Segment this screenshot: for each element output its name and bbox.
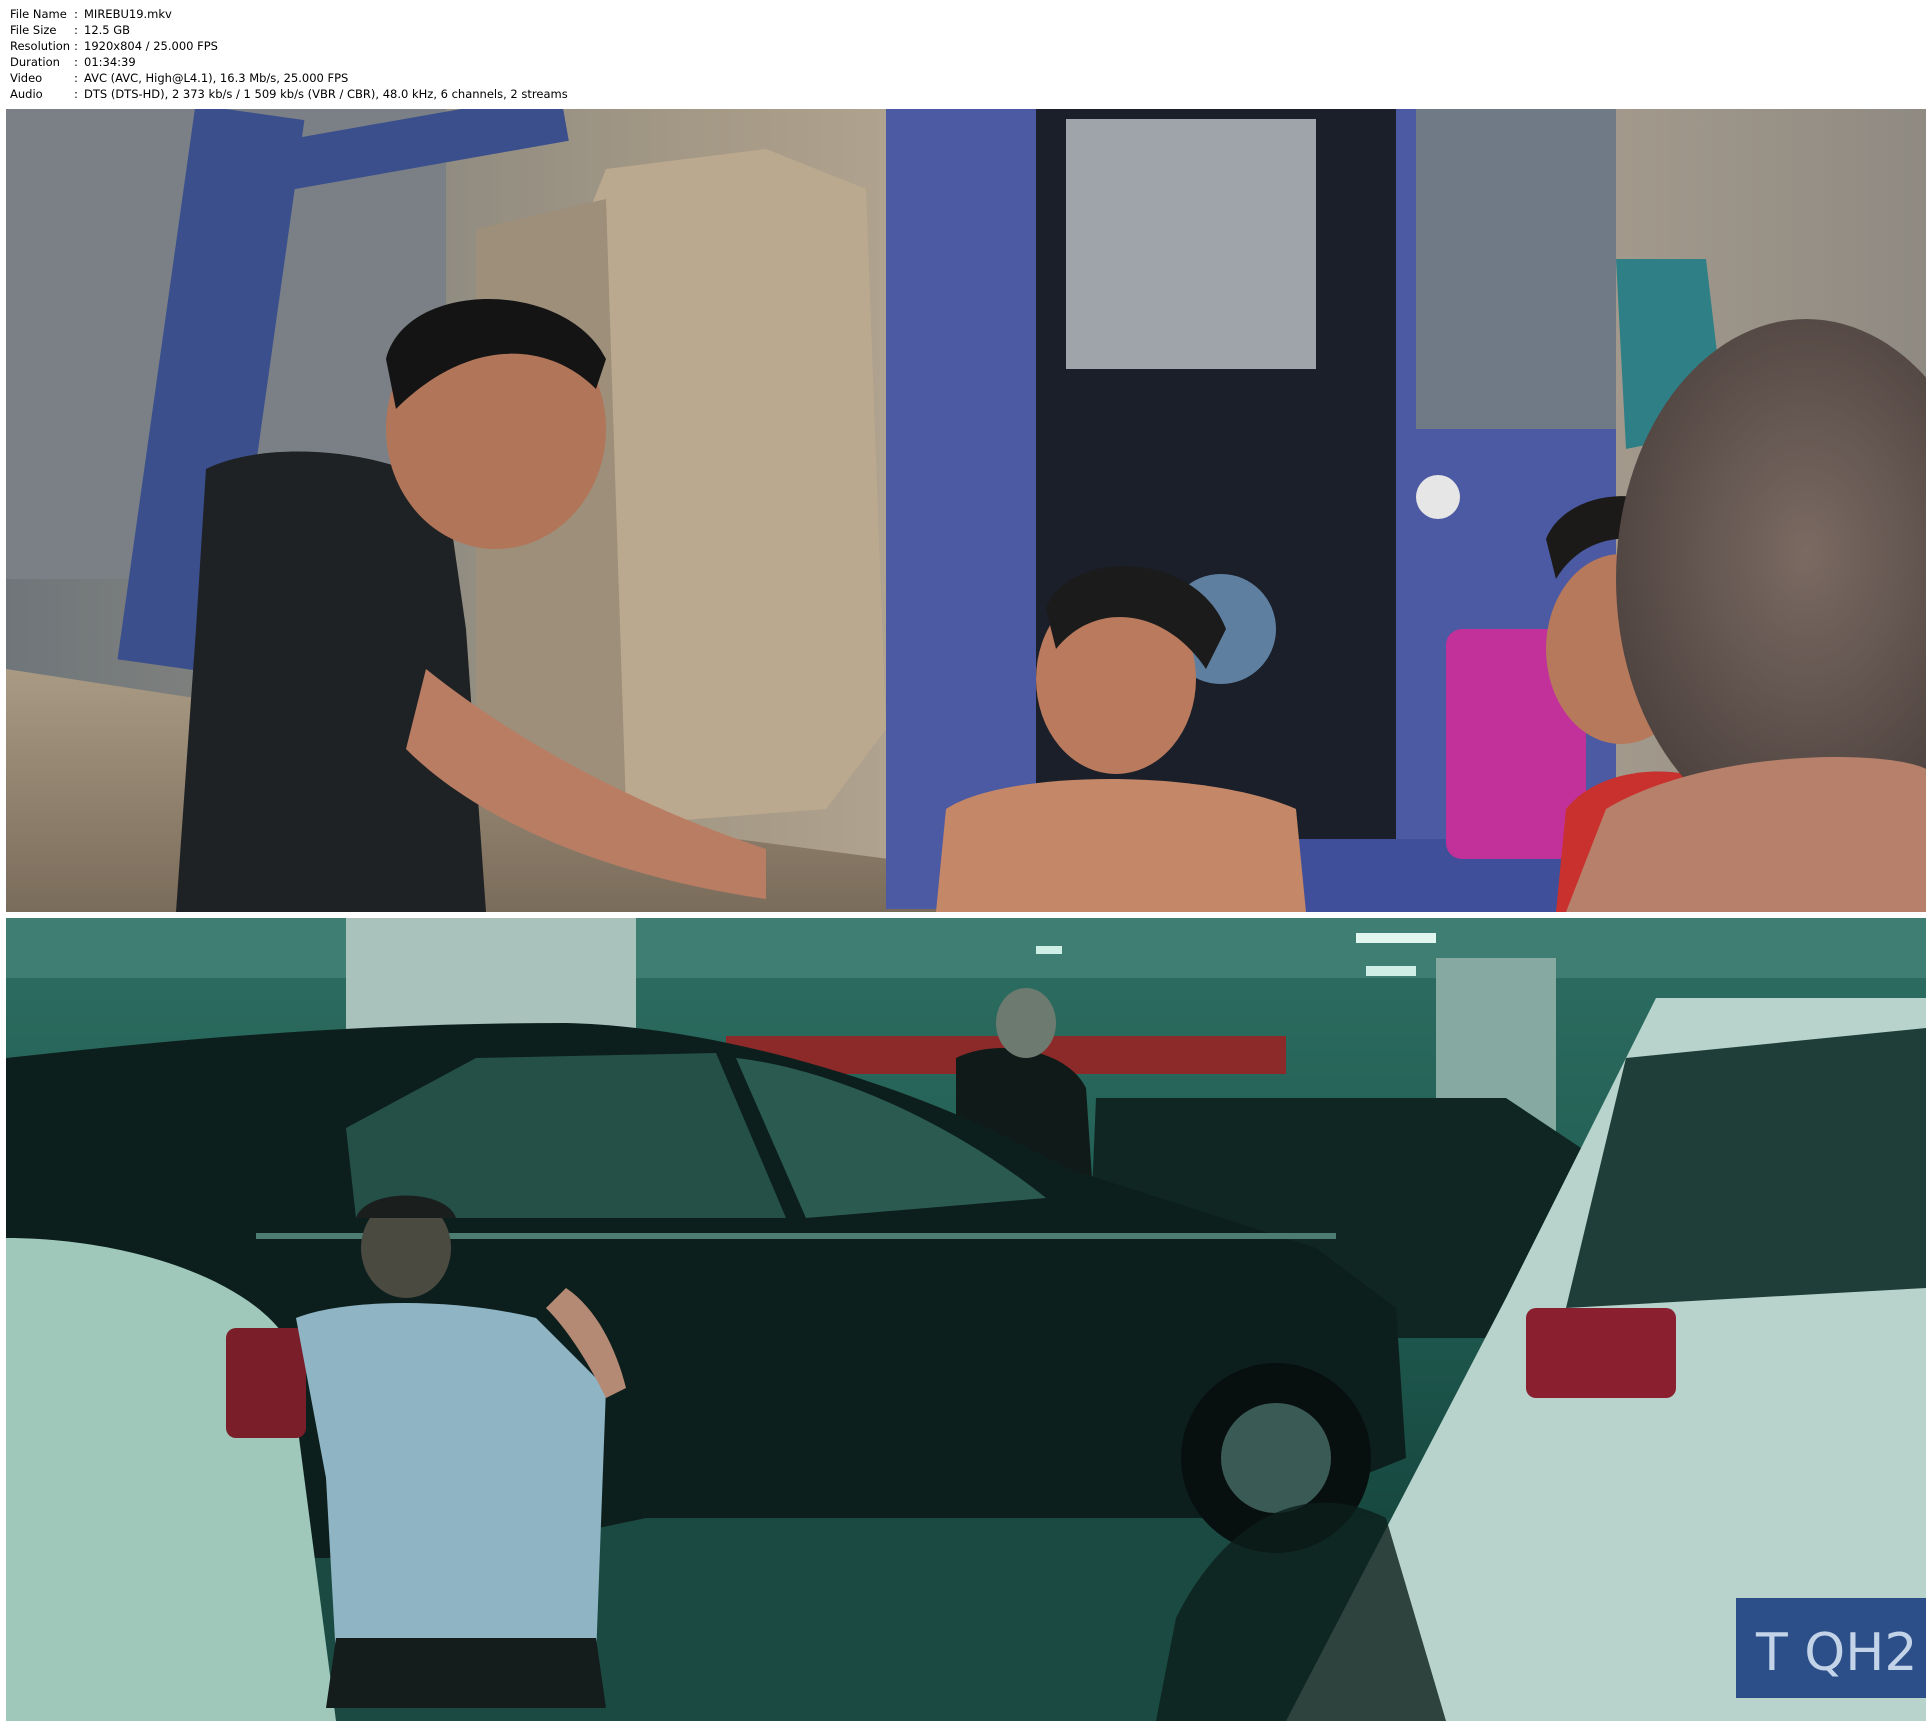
media-info-header: File Name : MIREBU19.mkv File Size : 12.…: [10, 6, 568, 102]
meta-separator: :: [74, 7, 78, 21]
meta-value: AVC (AVC, High@L4.1), 16.3 Mb/s, 25.000 …: [84, 71, 349, 85]
garage-ceiling: [6, 918, 1926, 978]
license-plate-text: T QH2: [1755, 1623, 1917, 1683]
meta-key: Duration: [10, 55, 60, 69]
ceiling-light: [1036, 946, 1062, 954]
meta-row-duration: Duration : 01:34:39: [10, 54, 568, 70]
video-frame-1: [6, 109, 1926, 912]
meta-key: Resolution: [10, 39, 71, 53]
meta-separator: :: [74, 55, 78, 69]
meta-separator: :: [74, 39, 78, 53]
meta-value: 01:34:39: [84, 55, 136, 69]
meta-key: Video: [10, 71, 43, 85]
ceiling-light: [1356, 933, 1436, 943]
tail-light: [226, 1328, 306, 1438]
meta-row-file-size: File Size : 12.5 GB: [10, 22, 568, 38]
meta-value: DTS (DTS-HD), 2 373 kb/s / 1 509 kb/s (V…: [84, 87, 568, 101]
meta-key: File Size: [10, 23, 57, 37]
meta-value: 1920x804 / 25.000 FPS: [84, 39, 218, 53]
meta-separator: :: [74, 87, 78, 101]
meta-key: Audio: [10, 87, 43, 101]
frame-2-scene: T QH2: [6, 918, 1926, 1721]
video-frame-2: T QH2: [6, 918, 1926, 1721]
meta-value: MIREBU19.mkv: [84, 7, 172, 21]
meta-row-resolution: Resolution : 1920x804 / 25.000 FPS: [10, 38, 568, 54]
meta-separator: :: [74, 23, 78, 37]
meta-key: File Name: [10, 7, 67, 21]
meta-value: 12.5 GB: [84, 23, 131, 37]
meta-separator: :: [74, 71, 78, 85]
frame-1-scene: [6, 109, 1926, 912]
meta-row-video: Video : AVC (AVC, High@L4.1), 16.3 Mb/s,…: [10, 70, 568, 86]
tail-light: [1526, 1308, 1676, 1398]
meta-row-file-name: File Name : MIREBU19.mkv: [10, 6, 568, 22]
meta-row-audio: Audio : DTS (DTS-HD), 2 373 kb/s / 1 509…: [10, 86, 568, 102]
sedan-hubcap: [1221, 1403, 1331, 1513]
ceiling-light: [1366, 966, 1416, 976]
